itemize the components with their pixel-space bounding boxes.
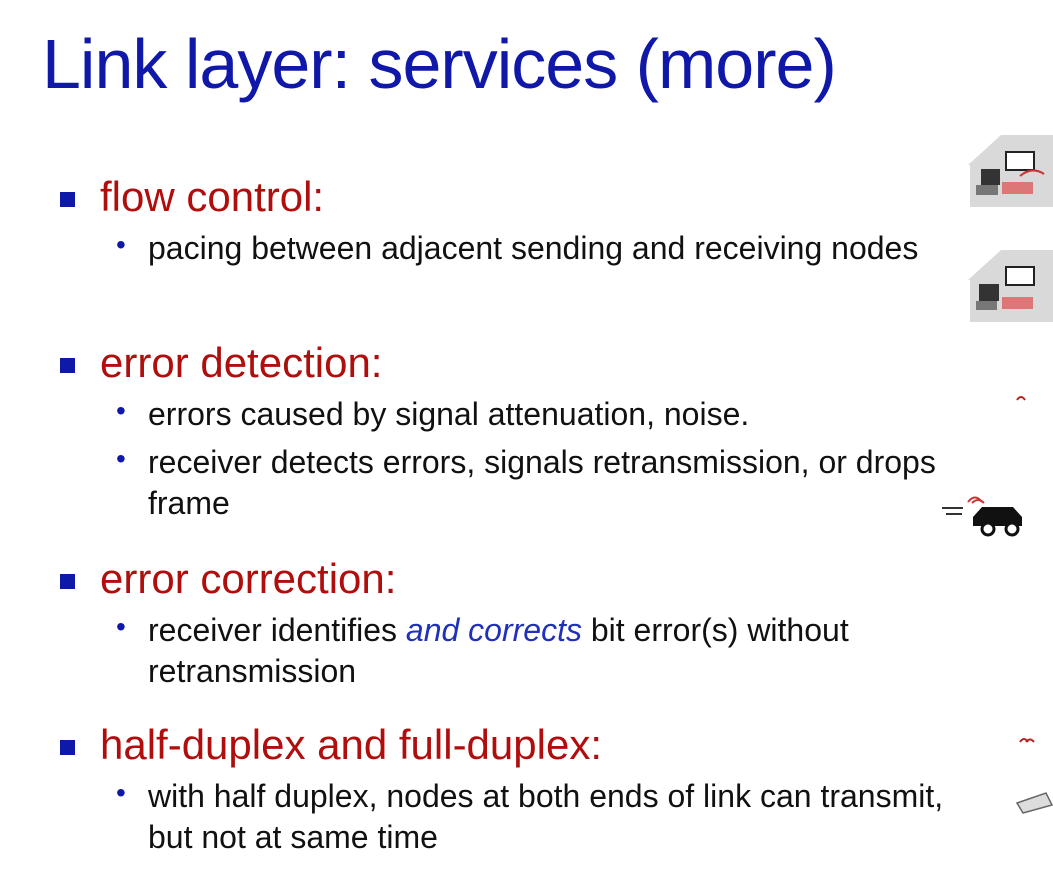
bullet-item: receiver identifies and corrects bit err… — [116, 610, 958, 692]
slide: Link layer: services (more) flow control… — [0, 0, 1053, 877]
bullet-item: receiver detects errors, signals retrans… — [116, 442, 958, 524]
home-network-icon — [968, 135, 1053, 207]
home-network-icon — [968, 250, 1053, 322]
slide-title: Link layer: services (more) — [42, 25, 837, 103]
bullet-item: pacing between adjacent sending and rece… — [116, 228, 958, 269]
section-heading: half-duplex and full-duplex: — [58, 724, 958, 766]
section-error-correction: error correction: receiver identifies an… — [58, 558, 958, 699]
section-heading: flow control: — [58, 176, 958, 218]
wireless-signal-icon — [1016, 396, 1026, 401]
router-icon — [1015, 792, 1053, 814]
section-duplex: half-duplex and full-duplex: with half d… — [58, 724, 958, 865]
bullet-list: errors caused by signal attenuation, noi… — [116, 394, 958, 524]
bullet-item: with half duplex, nodes at both ends of … — [116, 776, 958, 858]
section-heading: error detection: — [58, 342, 958, 384]
bullet-list: with half duplex, nodes at both ends of … — [116, 776, 958, 858]
bullet-text-before: receiver identifies — [148, 612, 406, 648]
network-illustration — [942, 0, 1053, 877]
bullet-list: pacing between adjacent sending and rece… — [116, 228, 958, 269]
section-error-detection: error detection: errors caused by signal… — [58, 342, 958, 531]
bullet-item: errors caused by signal attenuation, noi… — [116, 394, 958, 435]
bullet-emphasis: and corrects — [405, 612, 582, 648]
section-heading: error correction: — [58, 558, 958, 600]
section-flow-control: flow control: pacing between adjacent se… — [58, 176, 958, 276]
wireless-signal-icon — [1019, 738, 1035, 743]
bullet-list: receiver identifies and corrects bit err… — [116, 610, 958, 692]
vehicle-wireless-icon — [942, 496, 1022, 537]
